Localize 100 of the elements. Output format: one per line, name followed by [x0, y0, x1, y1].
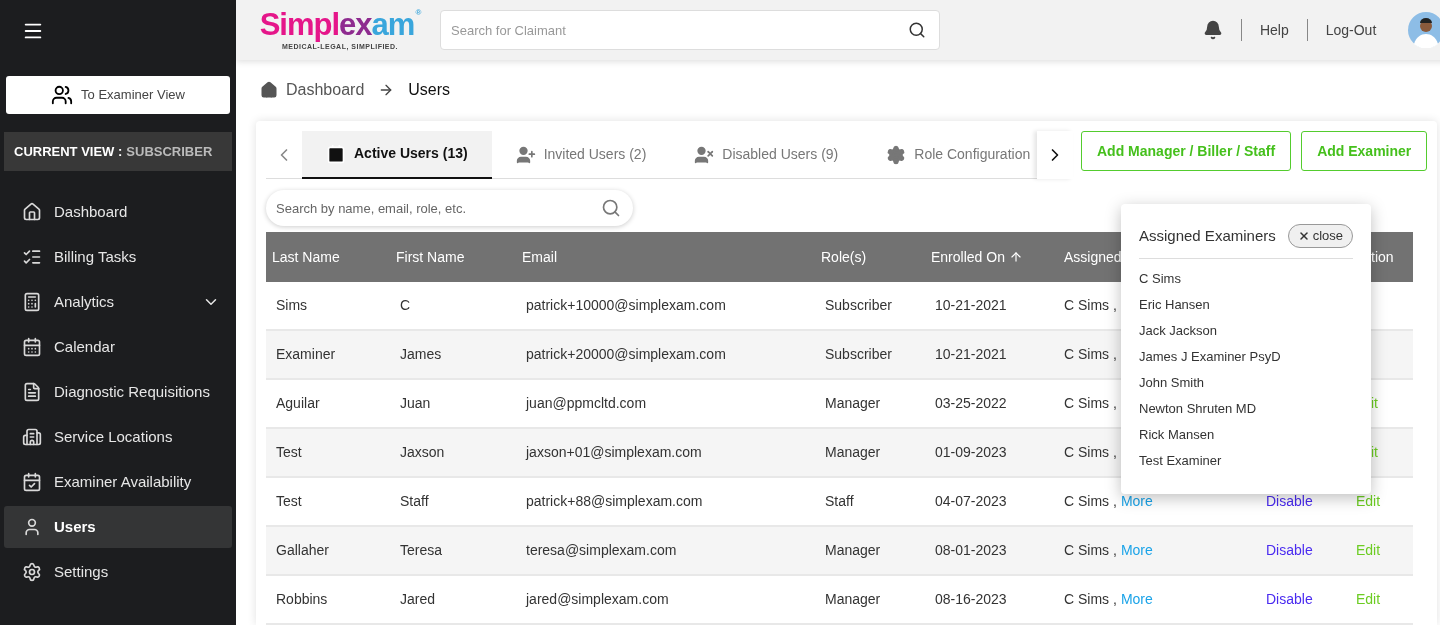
- claimant-search-field[interactable]: Search for Claimant: [440, 10, 940, 50]
- table-cell-text: patrick+10000@simplexam.com: [525, 296, 727, 315]
- close-icon: [1297, 230, 1310, 242]
- examiner-name: C Sims: [1139, 270, 1182, 288]
- examiner-name: James J Examiner PsyD: [1139, 348, 1282, 366]
- user-icon: [22, 517, 42, 537]
- column-header: Role(s): [820, 247, 868, 267]
- table-cell-text: 01-09-2023: [934, 443, 1008, 462]
- tab[interactable]: Invited Users (2): [491, 130, 671, 179]
- checklist-icon: [22, 247, 42, 267]
- column-header: Assigned: [1063, 247, 1123, 267]
- column-header: First Name: [395, 247, 466, 267]
- sidebar-item[interactable]: Billing Tasks: [4, 236, 232, 278]
- assigned-examiner-text: C Sims ,: [1064, 394, 1117, 413]
- table-cell-text: 08-16-2023: [934, 590, 1008, 609]
- examiner-name: Rick Mansen: [1139, 426, 1216, 444]
- popup-title: Assigned Examiners: [1139, 225, 1276, 246]
- table-cell-text: C: [399, 296, 412, 315]
- examiner-name: Eric Hansen: [1139, 296, 1211, 314]
- home-icon: [260, 81, 278, 99]
- table-cell-text: Robbins: [275, 590, 329, 609]
- table-cell-text: Manager: [824, 541, 882, 560]
- column-header[interactable]: Enrolled On: [925, 246, 1058, 268]
- table-cell-text: Staff: [399, 492, 430, 511]
- assigned-examiner-text: C Sims ,: [1064, 541, 1117, 560]
- assigned-examiner-text: C Sims ,: [1064, 345, 1117, 364]
- sidebar-item[interactable]: Service Locations: [4, 416, 232, 458]
- table-cell-text: 03-25-2022: [934, 394, 1008, 413]
- assigned-examiner-text: C Sims ,: [1064, 590, 1117, 609]
- table-cell-text: Test: [275, 492, 303, 511]
- table-cell-text: 10-21-2021: [934, 345, 1008, 364]
- calendar-icon: [22, 472, 42, 492]
- assigned-examiner-text: C Sims ,: [1064, 492, 1117, 511]
- table-search-field[interactable]: Search by name, email, role, etc.: [266, 190, 633, 226]
- table-cell-text: James: [399, 345, 443, 364]
- table-cell-text: Gallaher: [275, 541, 330, 560]
- calendar-icon: [22, 337, 42, 357]
- user-off-icon: [694, 144, 715, 165]
- examiner-name: Newton Shruten MD: [1139, 400, 1258, 418]
- current-view-value: SUBSCRIBER: [126, 142, 213, 161]
- examiner-view-button[interactable]: To Examiner View: [6, 76, 230, 114]
- sidebar-item[interactable]: Diagnostic Requisitions: [4, 371, 232, 413]
- building-icon: [22, 427, 42, 447]
- settings-icon: [22, 562, 42, 582]
- calculator-icon: [22, 292, 42, 312]
- examiner-name: Jack Jackson: [1139, 322, 1219, 340]
- current-view-label: CURRENT VIEW :: [14, 142, 123, 161]
- table-cell-text: teresa@simplexam.com: [525, 541, 678, 560]
- table-cell-text: jared@simplexam.com: [524, 590, 670, 609]
- table-cell-text: Subscriber: [824, 296, 893, 315]
- search-icon[interactable]: [908, 21, 926, 39]
- home-icon: [22, 202, 42, 222]
- table-cell-text: 08-01-2023: [934, 541, 1008, 560]
- table-cell-text: patrick+20000@simplexam.com: [525, 345, 727, 364]
- table-cell-text: jaxson+01@simplexam.com: [524, 443, 703, 462]
- breadcrumb-current: Users: [408, 80, 451, 100]
- header-link[interactable]: Log-Out: [1325, 19, 1377, 41]
- table-cell-text: Examiner: [275, 345, 337, 364]
- table-cell-text: Sims: [275, 296, 309, 315]
- sidebar-item[interactable]: Dashboard: [4, 191, 232, 233]
- sort-up-icon[interactable]: [1008, 250, 1023, 264]
- sidebar-item[interactable]: Settings: [4, 551, 232, 593]
- sidebar-item[interactable]: Examiner Availability: [4, 461, 232, 503]
- table-cell-text: Jared: [399, 590, 437, 609]
- assigned-examiner-text: C Sims ,: [1064, 296, 1117, 315]
- header-link[interactable]: Help: [1259, 19, 1289, 41]
- table-cell-text: 10-21-2021: [934, 296, 1008, 315]
- disable-link[interactable]: Disable: [1266, 542, 1313, 558]
- avatar[interactable]: [1408, 12, 1440, 48]
- notification-bell-icon[interactable]: [1202, 20, 1223, 40]
- assigned-examiner-text: C Sims ,: [1064, 443, 1117, 462]
- disable-link[interactable]: Disable: [1266, 591, 1313, 607]
- examiner-name: Test Examiner: [1139, 452, 1223, 470]
- column-header: Last Name: [271, 247, 341, 267]
- column-header: tion: [1370, 247, 1395, 267]
- table-cell-text: Test: [275, 443, 303, 462]
- table-cell-text: juan@ppmcltd.com: [524, 394, 648, 413]
- table-cell-text: Staff: [824, 492, 855, 511]
- table-cell-text: Aguilar: [275, 394, 321, 413]
- sidebar-item[interactable]: Calendar: [4, 326, 232, 368]
- column-header: Email: [521, 247, 558, 267]
- add-user-icon: [515, 144, 536, 165]
- disable-link[interactable]: Disable: [1266, 493, 1313, 509]
- table-cell-text: Juan: [399, 394, 432, 413]
- close-button[interactable]: close: [1287, 224, 1353, 248]
- table-cell-text: Manager: [824, 394, 882, 413]
- tab[interactable]: Disabled Users (9): [670, 130, 863, 179]
- breadcrumb-link[interactable]: Dashboard: [286, 78, 365, 102]
- table-cell-text: Jaxson: [399, 443, 446, 462]
- table-cell-text: Teresa: [399, 541, 444, 560]
- table-cell-text: Manager: [824, 590, 882, 609]
- document-icon: [22, 382, 42, 402]
- tab[interactable]: Active Users (13): [302, 130, 492, 179]
- sidebar-item[interactable]: Analytics: [4, 281, 232, 323]
- switch-users-icon: [51, 84, 74, 106]
- table-cell-text: 04-07-2023: [934, 492, 1008, 511]
- table-cell-text: Subscriber: [824, 345, 893, 364]
- table-cell-text: Manager: [824, 443, 882, 462]
- examiner-name: John Smith: [1139, 374, 1206, 392]
- sidebar-item[interactable]: Users: [4, 506, 232, 548]
